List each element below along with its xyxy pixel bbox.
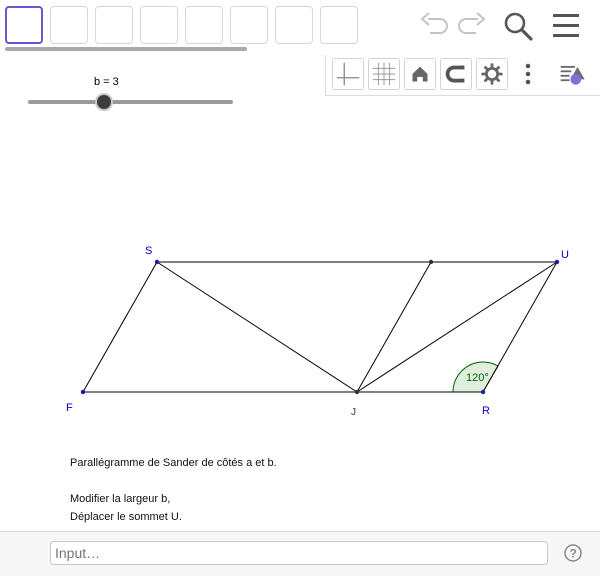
input-bar: ? — [0, 531, 600, 576]
label-J: J — [351, 407, 356, 418]
point-R — [480, 389, 486, 395]
segment-JU — [356, 261, 558, 393]
label-S: S — [145, 245, 152, 257]
angle-label: 120° — [466, 372, 489, 384]
help-icon[interactable]: ? — [564, 544, 582, 562]
svg-text:?: ? — [570, 547, 577, 561]
description-line-1: Parallégramme de Sander de côtés a et b. — [70, 457, 277, 469]
description-line-3: Déplacer le sommet U. — [70, 511, 182, 523]
point-F — [80, 389, 86, 395]
segment-SJ — [156, 261, 358, 393]
label-R: R — [482, 405, 490, 417]
geometry-canvas[interactable]: S U F R J 120° — [0, 0, 600, 575]
segment-RU — [482, 261, 558, 393]
segment-J-mid — [356, 261, 432, 393]
point-J — [354, 389, 360, 395]
segment-FS — [82, 261, 158, 393]
description-line-2: Modifier la largeur b, — [70, 493, 171, 505]
label-U: U — [561, 249, 569, 261]
point-top-mid — [428, 259, 434, 265]
point-S — [154, 259, 160, 265]
label-F: F — [66, 402, 73, 414]
algebra-input-field[interactable] — [50, 541, 548, 565]
point-U — [554, 259, 560, 265]
